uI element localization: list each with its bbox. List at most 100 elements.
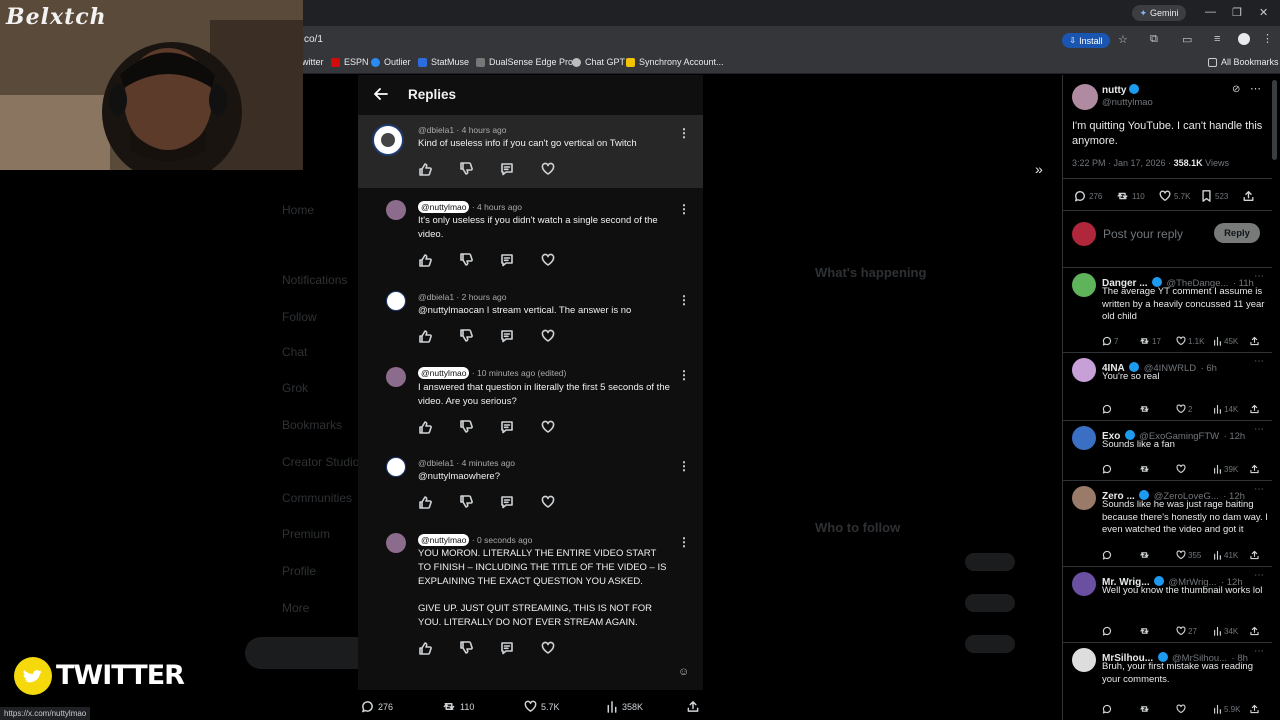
reply-reply-button[interactable] [1102, 704, 1139, 714]
reply-views-button[interactable]: 39K [1213, 464, 1250, 474]
bookmark-synchrony[interactable]: Synchrony Account... [626, 57, 724, 67]
install-app-button[interactable]: ⇩ Install [1062, 33, 1110, 48]
reply-repost-button[interactable] [1139, 704, 1176, 714]
reply-reply-button[interactable] [1102, 550, 1139, 560]
reply-button[interactable]: Reply [1214, 223, 1260, 243]
profile-avatar-icon[interactable] [1238, 33, 1250, 45]
gemini-button[interactable]: ✦ Gemini [1132, 5, 1186, 21]
thumbs-down-icon[interactable] [459, 420, 500, 436]
thumbs-down-icon[interactable] [459, 162, 500, 178]
avatar[interactable] [1072, 84, 1098, 110]
reply-comment-icon[interactable] [500, 495, 541, 511]
avatar[interactable] [386, 200, 406, 220]
reply-repost-button[interactable] [1139, 550, 1176, 560]
reply-comment-icon[interactable] [500, 641, 541, 657]
thumbs-down-icon[interactable] [459, 495, 500, 511]
avatar[interactable] [386, 367, 406, 387]
reply-views-button[interactable]: 34K [1213, 626, 1250, 636]
scrollbar[interactable] [1272, 80, 1277, 160]
heart-icon[interactable] [541, 495, 582, 511]
tweet-share-button[interactable] [1243, 190, 1263, 202]
reply-input[interactable]: Post your reply [1103, 227, 1183, 241]
thumbs-up-icon[interactable] [418, 162, 459, 178]
comment-handle[interactable]: @dbiela1 [418, 292, 454, 302]
avatar[interactable] [372, 124, 404, 156]
reply-like-button[interactable] [1176, 704, 1213, 714]
more-options-icon[interactable]: ⋮ [678, 126, 690, 140]
more-icon[interactable]: ⋯ [1250, 82, 1261, 95]
more-icon[interactable]: ⋯ [1254, 356, 1264, 367]
comment-handle[interactable]: @dbiela1 [418, 125, 454, 135]
bookmark-chatgpt[interactable]: Chat GPT [572, 57, 625, 67]
bookmark-statmuse[interactable]: StatMuse [418, 57, 469, 67]
reply-reply-button[interactable] [1102, 404, 1139, 414]
reply-share-button[interactable] [1250, 336, 1264, 346]
bar-share-button[interactable] [687, 700, 699, 713]
bar-likes-button[interactable]: 5.7K [524, 700, 560, 713]
thumbs-up-icon[interactable] [418, 329, 459, 345]
reply-tweet[interactable]: Exo @ExoGamingFTW · 12h ⋯ Sounds like a fa… [1062, 420, 1272, 480]
heart-icon[interactable] [541, 162, 582, 178]
reply-reply-button[interactable] [1102, 464, 1139, 474]
heart-icon[interactable] [541, 253, 582, 269]
minimize-icon[interactable]: — [1205, 6, 1216, 18]
avatar[interactable] [1072, 648, 1096, 672]
reply-tweet[interactable]: Mr. Wrig... @MrWrig... · 12h ⋯ Well you kn… [1062, 566, 1272, 642]
address-bar[interactable]: co/1 [304, 34, 323, 45]
comment-handle-tag[interactable]: @nuttylmao [418, 201, 470, 213]
reply-repost-button[interactable]: 17 [1139, 336, 1176, 346]
reply-share-button[interactable] [1250, 626, 1264, 636]
thumbs-up-icon[interactable] [418, 253, 459, 269]
reply-share-button[interactable] [1250, 550, 1264, 560]
more-options-icon[interactable]: ⋮ [678, 368, 690, 382]
avatar[interactable] [386, 457, 406, 477]
heart-icon[interactable] [541, 641, 582, 657]
reply-like-button[interactable]: 2 [1176, 404, 1213, 414]
bookmark-star-icon[interactable]: ☆ [1118, 33, 1128, 46]
reply-like-button[interactable]: 1.1K [1176, 336, 1213, 346]
reply-like-button[interactable]: 27 [1176, 626, 1213, 636]
reply-tweet[interactable]: MrSilhou... @MrSilhou... · 8h ⋯ Bruh, your… [1062, 642, 1272, 720]
avatar[interactable] [386, 533, 406, 553]
reply-views-button[interactable]: 5.9K [1213, 704, 1250, 714]
reply-reply-button[interactable]: 7 [1102, 336, 1139, 346]
expand-chevron-icon[interactable]: » [1035, 161, 1043, 177]
reply-like-button[interactable]: 355 [1176, 550, 1213, 560]
thumbs-down-icon[interactable] [459, 641, 500, 657]
more-options-icon[interactable]: ⋮ [678, 459, 690, 473]
thumbs-down-icon[interactable] [459, 329, 500, 345]
maximize-icon[interactable]: ❐ [1232, 6, 1242, 19]
bar-views-button[interactable]: 358K [606, 700, 643, 713]
bookmark-outlier[interactable]: Outlier [371, 57, 411, 67]
reply-share-button[interactable] [1250, 404, 1264, 414]
close-window-icon[interactable]: ✕ [1259, 6, 1268, 19]
reply-share-button[interactable] [1250, 464, 1264, 474]
thumbs-up-icon[interactable] [418, 641, 459, 657]
tweet-repost-button[interactable]: 110 [1116, 190, 1159, 202]
avatar[interactable] [1072, 486, 1096, 510]
bookmark-espn[interactable]: ESPN [331, 57, 369, 67]
avatar[interactable] [1072, 426, 1096, 450]
grok-icon[interactable]: ⊘ [1232, 84, 1240, 95]
more-options-icon[interactable]: ⋮ [678, 202, 690, 216]
more-icon[interactable]: ⋯ [1254, 646, 1264, 657]
reply-repost-button[interactable] [1139, 464, 1176, 474]
thumbs-up-icon[interactable] [418, 420, 459, 436]
heart-icon[interactable] [541, 329, 582, 345]
reply-tweet[interactable]: Danger ... @TheDange... · 11h ⋯ The averag… [1062, 267, 1272, 352]
cast-icon[interactable]: ▭ [1182, 33, 1192, 46]
media-controls-icon[interactable]: ≡ [1214, 33, 1220, 45]
tweet-bookmark-button[interactable]: 523 [1201, 190, 1243, 202]
reply-reply-button[interactable] [1102, 626, 1139, 636]
bar-reposts-button[interactable]: 110 [442, 700, 474, 713]
reply-share-button[interactable] [1250, 704, 1264, 714]
more-icon[interactable]: ⋯ [1254, 484, 1264, 495]
reply-views-button[interactable]: 45K [1213, 336, 1250, 346]
reply-views-button[interactable]: 41K [1213, 550, 1250, 560]
heart-icon[interactable] [541, 420, 582, 436]
comment-handle-tag[interactable]: @nuttylmao [418, 367, 470, 379]
back-arrow-icon[interactable] [372, 85, 390, 103]
bookmark-twitter[interactable]: witter [302, 57, 324, 67]
more-icon[interactable]: ⋯ [1254, 570, 1264, 581]
thumbs-up-icon[interactable] [418, 495, 459, 511]
